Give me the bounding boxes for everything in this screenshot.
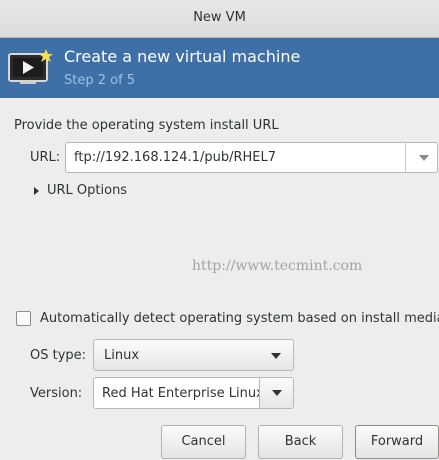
window-titlebar[interactable]: New VM (0, 0, 439, 38)
window-title: New VM (193, 10, 246, 25)
url-input[interactable]: ftp://192.168.124.1/pub/RHEL7 (74, 150, 276, 165)
chevron-down-icon[interactable] (419, 155, 429, 161)
auto-detect-row[interactable]: Automatically detect operating system ba… (16, 311, 439, 326)
wizard-title: Create a new virtual machine (64, 47, 301, 66)
wizard-step-indicator: Step 2 of 5 (64, 73, 136, 88)
back-button[interactable]: Back (258, 425, 343, 459)
os-type-dropdown[interactable]: Linux (93, 339, 294, 371)
os-type-label: OS type: (30, 348, 87, 363)
cancel-button[interactable]: Cancel (161, 425, 246, 459)
watermark-text: http://www.tecmint.com (192, 258, 363, 274)
url-combo-separator (405, 143, 406, 172)
version-input[interactable]: Red Hat Enterprise Linux 7 (102, 386, 260, 401)
url-combobox[interactable]: ftp://192.168.124.1/pub/RHEL7 (65, 142, 438, 173)
url-options-expander[interactable]: URL Options (34, 183, 127, 198)
dropdown-arrow-icon (272, 390, 282, 396)
version-dropdown-button[interactable] (259, 378, 293, 408)
url-options-label: URL Options (47, 183, 128, 198)
dropdown-arrow-icon (271, 353, 281, 359)
expander-arrow-icon[interactable] (34, 186, 39, 195)
forward-button[interactable]: Forward (355, 425, 439, 459)
auto-detect-label[interactable]: Automatically detect operating system ba… (40, 311, 439, 326)
install-url-prompt: Provide the operating system install URL (14, 118, 279, 133)
version-label: Version: (30, 386, 83, 401)
os-type-value: Linux (104, 348, 140, 363)
wizard-header-banner: Create a new virtual machine Step 2 of 5 (0, 38, 439, 98)
auto-detect-checkbox[interactable] (16, 311, 31, 326)
version-combobox[interactable]: Red Hat Enterprise Linux 7 (93, 377, 294, 409)
url-label: URL: (30, 150, 61, 165)
vm-monitor-icon (7, 48, 55, 88)
